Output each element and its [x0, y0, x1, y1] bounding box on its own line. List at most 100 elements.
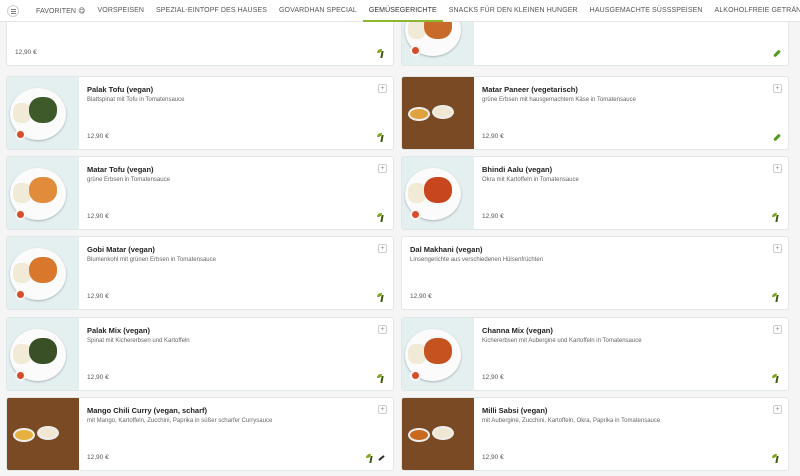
tab-1[interactable]: VORSPEISEN	[92, 0, 151, 22]
menu-grid: 12,90 € Palak Tofu (vegan) Blattspinat mit…	[0, 22, 800, 476]
dish-photo	[402, 157, 474, 229]
add-to-cart-button[interactable]: +	[378, 164, 387, 173]
add-to-cart-button[interactable]: +	[378, 325, 387, 334]
sauce-shape	[410, 370, 421, 381]
add-to-cart-button[interactable]: +	[378, 244, 387, 253]
tab-7[interactable]: ALKOHOLFREIE GETRÄNKE	[709, 0, 800, 22]
menu-item-card[interactable]: Palak Tofu (vegan) Blattspinat mit Tofu i…	[6, 76, 394, 150]
item-title: Palak Tofu (vegan)	[87, 85, 154, 94]
item-title: Bhindi Aalu (vegan)	[482, 165, 553, 174]
diet-badges	[772, 293, 781, 302]
diet-badges	[377, 49, 386, 58]
dish-photo	[7, 318, 79, 390]
add-to-cart-button[interactable]: +	[773, 325, 782, 334]
curry-shape	[29, 338, 57, 364]
menu-item-card[interactable]: Milli Sabsi (vegan) mit Aubergine, Zucchi…	[401, 397, 789, 471]
item-price: 12,90 €	[482, 374, 504, 381]
item-description: Spinat mit Kichererbsen und Kartoffeln	[87, 338, 190, 344]
item-title: Matar Tofu (vegan)	[87, 165, 154, 174]
bowl-shape	[13, 428, 35, 442]
tab-4[interactable]: GEMÜSEGERICHTE	[362, 0, 443, 22]
dish-photo	[402, 318, 474, 390]
vegan-leaf-icon	[772, 213, 781, 222]
item-price: 12,90 €	[482, 454, 504, 461]
menu-item-card[interactable]: Channa Mix (vegan) Kichererbsen mit Auber…	[401, 317, 789, 391]
dish-photo	[7, 77, 79, 149]
item-description: grüne Erbsen mit hausgemachtem Käse in T…	[482, 97, 636, 103]
add-to-cart-button[interactable]: +	[378, 84, 387, 93]
dish-photo	[7, 157, 79, 229]
add-to-cart-button[interactable]: +	[773, 405, 782, 414]
diet-badges	[772, 454, 781, 463]
diet-badges	[772, 49, 781, 58]
menu-item-card[interactable]: Matar Paneer (vegetarisch) grüne Erbsen m…	[401, 76, 789, 150]
rice-bowl-shape	[37, 426, 59, 440]
menu-item-card[interactable]: 12,90 €	[6, 22, 394, 66]
diet-badges	[772, 374, 781, 383]
rice-bowl-shape	[432, 426, 454, 440]
tab-6[interactable]: HAUSGEMACHTE SÜSSSPEISEN	[584, 0, 709, 22]
item-description: Linsengerichte aus verschiedenen Hülsenf…	[410, 257, 544, 263]
bowl-shape	[408, 107, 430, 121]
vegan-leaf-icon	[772, 293, 781, 302]
dish-photo	[7, 398, 79, 470]
vegan-leaf-icon	[772, 454, 781, 463]
tab-2[interactable]: SPEZIAL-EINTOPF DES HAUSES	[150, 0, 273, 22]
sauce-shape	[15, 209, 26, 220]
vegan-leaf-icon	[772, 374, 781, 383]
menu-icon[interactable]	[7, 5, 19, 17]
item-description: Blumenkohl mit grünen Erbsen in Tomatens…	[87, 257, 216, 263]
top-navigation: FAVORITEN 😋 VORSPEISEN SPEZIAL-EINTOPF DES…	[0, 0, 800, 22]
tab-5[interactable]: SNACKS FÜR DEN KLEINEN HUNGER	[443, 0, 584, 22]
item-price: 12,90 €	[410, 293, 432, 300]
menu-item-card[interactable]: Bhindi Aalu (vegan) Okra mit Kartoffeln i…	[401, 156, 789, 230]
curry-shape	[29, 97, 57, 123]
item-title: Milli Sabsi (vegan)	[482, 406, 548, 415]
vegan-leaf-icon	[377, 49, 386, 58]
dish-photo	[402, 22, 474, 65]
item-price: 12,90 €	[482, 133, 504, 140]
menu-item-card[interactable]: Palak Mix (vegan) Spinat mit Kichererbsen…	[6, 317, 394, 391]
item-price: 12,90 €	[87, 454, 109, 461]
item-price: 12,90 €	[15, 49, 37, 56]
vegan-leaf-icon	[377, 133, 386, 142]
add-to-cart-button[interactable]: +	[773, 84, 782, 93]
diet-badges	[377, 374, 386, 383]
dish-photo	[402, 77, 474, 149]
vegan-leaf-icon	[366, 454, 375, 463]
add-to-cart-button[interactable]: +	[773, 164, 782, 173]
vegetarian-icon	[772, 133, 781, 142]
item-description: Blattspinat mit Tofu in Tomatensauce	[87, 97, 185, 103]
add-to-cart-button[interactable]: +	[378, 405, 387, 414]
item-price: 12,90 €	[87, 293, 109, 300]
menu-item-card[interactable]: Gobi Matar (vegan) Blumenkohl mit grünen …	[6, 236, 394, 310]
item-description: mit Mango, Kartoffeln, Zucchini, Paprika…	[87, 418, 273, 424]
diet-badges	[366, 454, 386, 463]
curry-shape	[424, 338, 452, 364]
item-price: 12,90 €	[482, 213, 504, 220]
vegan-leaf-icon	[377, 293, 386, 302]
chili-icon	[378, 454, 386, 462]
tab-3[interactable]: GOVARDHAN SPECIAL	[273, 0, 363, 22]
item-title: Gobi Matar (vegan)	[87, 245, 155, 254]
vegetarian-icon	[772, 49, 781, 58]
menu-item-card[interactable]: Matar Tofu (vegan) grüne Erbsen in Tomate…	[6, 156, 394, 230]
item-description: mit Aubergine, Zucchini, Kartoffeln, Okr…	[482, 418, 661, 424]
item-price: 12,90 €	[87, 133, 109, 140]
diet-badges	[772, 213, 781, 222]
sauce-shape	[15, 370, 26, 381]
bowl-shape	[408, 428, 430, 442]
item-description: Okra mit Kartoffeln in Tomatensauce	[482, 177, 579, 183]
diet-badges	[772, 133, 781, 142]
diet-badges	[377, 213, 386, 222]
item-title: Channa Mix (vegan)	[482, 326, 553, 335]
add-to-cart-button[interactable]: +	[773, 244, 782, 253]
sauce-shape	[410, 209, 421, 220]
menu-item-card[interactable]: Mango Chili Curry (vegan, scharf) mit Man…	[6, 397, 394, 471]
tab-0[interactable]: FAVORITEN 😋	[30, 0, 92, 22]
menu-item-card[interactable]: Dal Makhani (vegan) Linsengerichte aus ve…	[401, 236, 789, 310]
diet-badges	[377, 293, 386, 302]
item-price: 12,90 €	[87, 213, 109, 220]
sauce-shape	[410, 45, 421, 56]
menu-item-card[interactable]	[401, 22, 789, 66]
